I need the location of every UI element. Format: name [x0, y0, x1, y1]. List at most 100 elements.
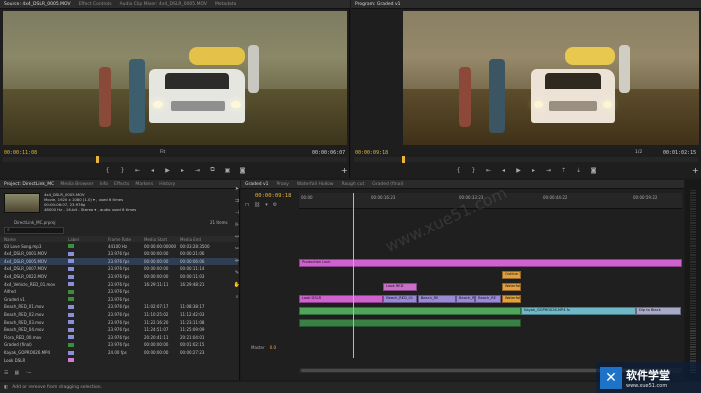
project-item-row[interactable]: Beach_RED_01.mov 23.976 fps 11:02:07:17 11:…	[0, 304, 238, 310]
mark-in-icon[interactable]: {	[455, 167, 463, 174]
project-item-row[interactable]: Flora_RED_00.mov 23.976 fps 20:20:41:11 20:…	[0, 334, 238, 340]
timeline-clip[interactable]: Waterfall	[501, 295, 521, 303]
tab-info[interactable]: Info	[100, 182, 109, 187]
export-frame-icon[interactable]: ◙	[590, 167, 598, 174]
label-swatch[interactable]	[68, 304, 74, 309]
lift-icon[interactable]: ⇡	[560, 167, 568, 174]
project-item-row[interactable]: Beach_RED_04.mov 23.976 fps 11:24:51:07 11:…	[0, 327, 238, 333]
column-frame-rate[interactable]: Frame Rate	[108, 237, 144, 242]
go-to-out-icon[interactable]: ⇥	[194, 167, 202, 174]
tab-metadata[interactable]: Metadata	[215, 2, 236, 7]
label-swatch[interactable]	[68, 274, 74, 279]
tab-effect-controls[interactable]: Effect Controls	[79, 2, 112, 7]
project-item-row[interactable]: 4x4_DSLR_0007.MOV 23.976 fps 00:00:00:00 00…	[0, 266, 238, 272]
timeline-clip[interactable]: Production Lock	[299, 259, 682, 267]
label-swatch[interactable]	[68, 259, 74, 264]
tab-history[interactable]: History	[159, 182, 175, 187]
add-button-icon[interactable]: +	[692, 166, 699, 175]
add-marker-icon[interactable]: ▾	[265, 202, 268, 208]
step-forward-icon[interactable]: ▸	[530, 167, 538, 174]
tab-graded-final[interactable]: Graded (final)	[372, 182, 403, 187]
label-swatch[interactable]	[68, 297, 74, 302]
mark-in-icon[interactable]: {	[104, 167, 112, 174]
column-label[interactable]: Label	[68, 237, 108, 242]
selection-tool-icon[interactable]: ➤	[235, 186, 239, 192]
label-swatch[interactable]	[68, 289, 74, 294]
add-button-icon[interactable]: +	[341, 166, 348, 175]
overwrite-icon[interactable]: ▣	[224, 167, 232, 174]
program-timecode-current[interactable]: 00:00:09:18	[355, 150, 388, 156]
program-time-ruler[interactable]	[354, 156, 698, 163]
pen-tool-icon[interactable]: ✎	[235, 270, 239, 276]
search-input[interactable]: ⌕	[4, 227, 64, 234]
project-item-row[interactable]: Beach_RED_02.mov 23.976 fps 11:10:25:02 11:…	[0, 311, 238, 317]
program-fit-dropdown[interactable]: 1/2	[635, 150, 642, 155]
project-item-row[interactable]: 4x4_DSLR_0001.MOV 23.976 fps 00:00:00:00 00…	[0, 251, 238, 257]
timeline-playhead[interactable]	[353, 193, 354, 358]
column-name[interactable]: Name	[0, 237, 68, 242]
audio-clip[interactable]	[299, 319, 522, 327]
label-swatch[interactable]	[68, 244, 74, 249]
ripple-edit-tool-icon[interactable]: ⊣	[235, 210, 239, 216]
timeline-clip[interactable]: Outline ?	[501, 271, 521, 279]
mark-out-icon[interactable]: }	[470, 167, 478, 174]
program-playhead[interactable]	[402, 156, 406, 163]
project-item-row[interactable]: 4x4_DSLR_0022.MOV 23.976 fps 00:00:00:00 00…	[0, 273, 238, 279]
timeline-timecode[interactable]: 00:00:09:18	[255, 193, 291, 199]
column-media-end[interactable]: Media End	[180, 237, 216, 242]
tab-audio-clip-mixer[interactable]: Audio Clip Mixer: 4x4_DSLR_0005.MOV	[120, 2, 207, 7]
zoom-tool-icon[interactable]: ⌕	[236, 294, 239, 300]
tab-source[interactable]: Source: 4x4_DSLR_0005.MOV	[4, 2, 71, 7]
column-media-start[interactable]: Media Start	[144, 237, 180, 242]
play-icon[interactable]: ▶	[164, 167, 172, 174]
source-video-frame[interactable]	[3, 11, 347, 145]
project-item-row[interactable]: 03 Love Song.mp3 44100 Hz 00:00:00:00000 00…	[0, 243, 238, 249]
tab-rough-cut[interactable]: Rough cut	[342, 182, 365, 187]
project-item-row[interactable]: 4x4_DSLR_0005.MOV 23.976 fps 00:00:00:00 00…	[0, 258, 238, 265]
label-swatch[interactable]	[68, 266, 74, 271]
snap-icon[interactable]: ⊓	[245, 202, 249, 208]
timeline-clip[interactable]: Look RED	[383, 283, 418, 291]
tab-waterfall-hollow[interactable]: Waterfall Hollow	[297, 182, 334, 187]
project-item-row[interactable]: Graded (final) 23.976 fps 00:00:00:00 00:01…	[0, 342, 238, 348]
project-item-row[interactable]: 4x4_Vehicle_RED_01.mov 23.976 fps 16:29:11…	[0, 281, 238, 287]
label-swatch[interactable]	[68, 251, 74, 256]
audio-clip[interactable]	[299, 307, 522, 315]
go-to-in-icon[interactable]: ⇤	[485, 167, 493, 174]
hand-tool-icon[interactable]: ✋	[234, 282, 240, 288]
razor-tool-icon[interactable]: ✂	[235, 246, 239, 252]
timeline-clip[interactable]: Beach_RED_01	[383, 295, 418, 303]
tab-proxy[interactable]: Proxy	[277, 182, 289, 187]
mark-out-icon[interactable]: }	[119, 167, 127, 174]
label-swatch[interactable]	[68, 350, 74, 355]
timeline-clip[interactable]: Beach_RE	[456, 295, 475, 303]
project-item-row[interactable]: Beach_RED_03.mov 23.976 fps 11:22:16:20 11:…	[0, 319, 238, 325]
project-item-row[interactable]: Look DSLR	[0, 357, 238, 363]
linked-selection-icon[interactable]: ⛓	[254, 202, 260, 208]
step-back-icon[interactable]: ◂	[500, 167, 508, 174]
source-fit-dropdown[interactable]: Fit	[160, 150, 165, 155]
insert-icon[interactable]: ⧉	[209, 166, 217, 174]
settings-icon[interactable]: ⚙	[273, 202, 277, 208]
project-item-row[interactable]: Alfred 23.976 fps	[0, 289, 238, 295]
track-area[interactable]: Production Lock Outline ? Look RED Waterfal…	[299, 210, 682, 355]
clip-thumbnail[interactable]	[4, 193, 40, 213]
tab-graded-v1[interactable]: Graded v1	[245, 182, 269, 187]
track-select-tool-icon[interactable]: ⇉	[235, 198, 239, 204]
program-video-frame[interactable]	[403, 11, 699, 145]
extract-icon[interactable]: ⇣	[575, 167, 583, 174]
play-icon[interactable]: ▶	[515, 167, 523, 174]
tab-media-browser[interactable]: Media Browser	[60, 182, 93, 187]
label-swatch[interactable]	[68, 327, 74, 332]
timeline-clip[interactable]: Kayak_GOPRO026.MP4 fx	[521, 307, 636, 315]
tab-program[interactable]: Program: Graded v1	[355, 2, 400, 7]
step-back-icon[interactable]: ◂	[149, 167, 157, 174]
source-playhead[interactable]	[95, 156, 99, 163]
timeline-clip[interactable]: Beach_RE	[417, 295, 456, 303]
export-frame-icon[interactable]: ◙	[239, 167, 247, 174]
go-to-out-icon[interactable]: ⇥	[545, 167, 553, 174]
timeline-clip[interactable]: Beach_RE	[475, 295, 502, 303]
step-forward-icon[interactable]: ▸	[179, 167, 187, 174]
label-swatch[interactable]	[68, 335, 74, 340]
source-time-ruler[interactable]	[3, 156, 347, 163]
